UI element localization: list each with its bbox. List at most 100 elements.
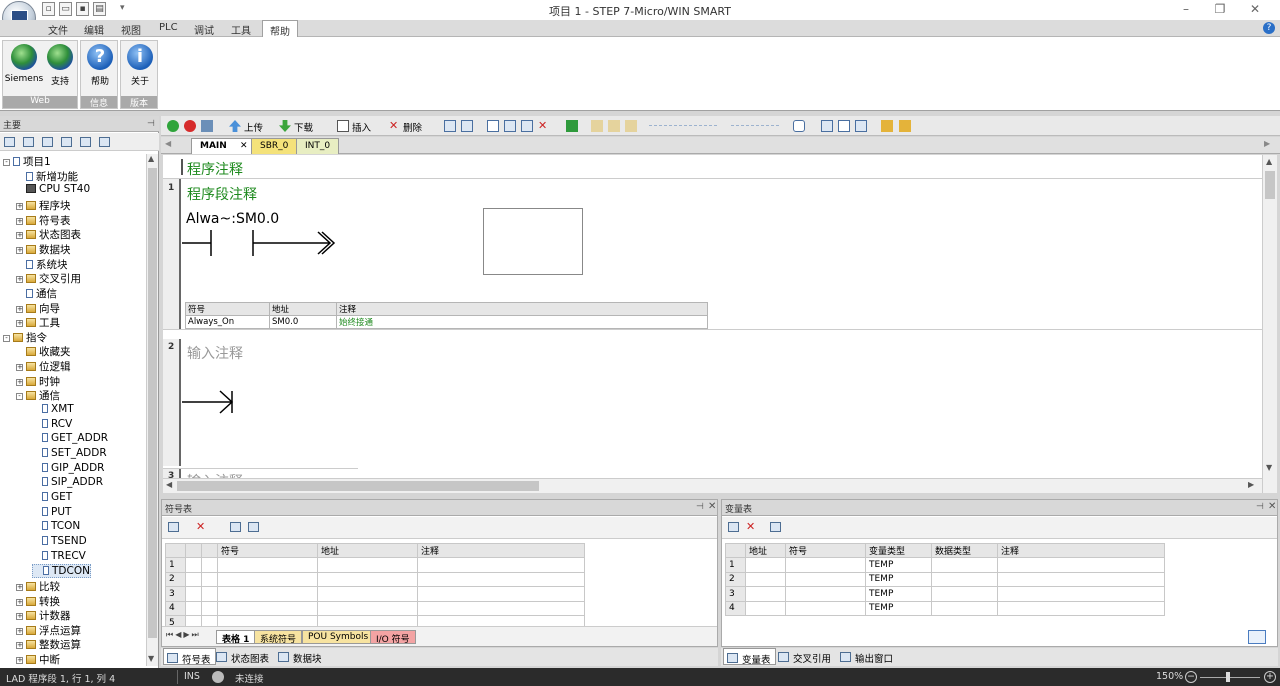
expand-icon[interactable]: + — [16, 232, 23, 240]
open-folder-icon[interactable]: ▭ — [59, 2, 72, 16]
tab-sbr0[interactable]: SBR_0 — [251, 138, 298, 154]
tree-item[interactable]: + 时钟 — [16, 374, 60, 388]
tree-tool-icon[interactable] — [23, 137, 34, 147]
minimize-icon[interactable]: – — [1176, 2, 1196, 18]
scroll-down-icon[interactable]: ▼ — [1266, 463, 1272, 472]
expand-icon[interactable]: + — [16, 598, 23, 606]
tab-scroll-left-icon[interactable]: ◀ — [165, 139, 171, 148]
tool-icon[interactable] — [461, 120, 473, 132]
scroll-up-icon[interactable]: ▲ — [1266, 157, 1272, 166]
expand-icon[interactable]: + — [16, 320, 23, 328]
menu-tools[interactable]: 工具 — [231, 22, 251, 37]
tree-scrollbar[interactable]: ▲ ▼ — [146, 154, 158, 666]
insert-row-icon[interactable] — [728, 522, 739, 532]
menu-edit[interactable]: 编辑 — [84, 22, 104, 37]
ladder-editor[interactable]: 程序注释 1 程序段注释 Alwa~:SM0.0 符号 地址 注释 Always… — [163, 155, 1267, 493]
quick-access-dropdown-icon[interactable]: ▾ — [120, 3, 125, 13]
tree-item[interactable]: CPU ST40 — [16, 183, 90, 197]
tree-item[interactable]: - 通信 — [16, 388, 60, 402]
tree-item[interactable]: TRECV — [32, 550, 86, 564]
tree-item[interactable]: + 数据块 — [16, 242, 71, 256]
scroll-left-icon[interactable]: ◀ — [166, 480, 172, 489]
table-row[interactable]: 2 — [165, 571, 585, 587]
tree-item[interactable]: + 交叉引用 — [16, 271, 81, 285]
tree-item[interactable]: + 符号表 — [16, 213, 71, 227]
close-pane-icon[interactable]: ✕ — [708, 501, 716, 512]
table-row[interactable]: 4 — [165, 600, 585, 616]
tool-icon[interactable] — [821, 120, 833, 132]
tree-item[interactable]: + 位逻辑 — [16, 359, 71, 373]
tab-scroll-right-icon[interactable]: ▶ — [1264, 139, 1270, 148]
tree-item[interactable]: - 项目1 — [3, 154, 51, 168]
tool-icon[interactable] — [504, 120, 516, 132]
tree-item[interactable]: GET — [32, 491, 72, 505]
expand-icon[interactable]: + — [16, 246, 23, 254]
table-row[interactable]: 3 TEMP — [725, 586, 1165, 602]
pin-icon[interactable]: ⊣ — [147, 119, 155, 129]
scroll-up-icon[interactable]: ▲ — [148, 154, 154, 163]
sheet-nav-icon[interactable]: ⏮◀▶⏭ — [166, 630, 201, 640]
tree-item[interactable]: + 中断 — [16, 652, 60, 666]
tool-icon[interactable] — [855, 120, 867, 132]
support-button[interactable]: 支持 — [40, 44, 80, 87]
tree-item[interactable]: + 工具 — [16, 315, 60, 329]
empty-box[interactable] — [483, 208, 583, 275]
tree-item[interactable]: 系统块 — [16, 257, 68, 271]
expand-icon[interactable]: + — [16, 378, 23, 386]
expand-icon[interactable]: + — [16, 583, 23, 591]
zoom-slider[interactable] — [1200, 677, 1260, 678]
collapse-icon[interactable]: - — [3, 334, 10, 342]
scroll-thumb[interactable] — [148, 168, 157, 638]
tree-item[interactable]: GET_ADDR — [32, 432, 108, 446]
table-row[interactable]: 1 TEMP — [725, 557, 1165, 573]
expand-icon[interactable]: + — [16, 657, 23, 665]
contact-symbol-label[interactable]: Alwa~:SM0.0 — [186, 211, 279, 227]
tree-tool-icon[interactable] — [80, 137, 91, 147]
tab-data-block[interactable]: 数据块 — [275, 648, 326, 665]
tree-item[interactable]: + 程序块 — [16, 198, 71, 212]
editor-vscroll[interactable]: ▲ ▼ — [1262, 155, 1277, 493]
scroll-right-icon[interactable]: ▶ — [1248, 480, 1254, 489]
tree-tool-icon[interactable] — [42, 137, 53, 147]
tree-item[interactable]: + 浮点运算 — [16, 623, 81, 637]
about-button[interactable]: i 关于 — [120, 44, 160, 87]
collapse-icon[interactable]: - — [16, 393, 23, 401]
tree-item[interactable]: 收藏夹 — [16, 344, 71, 358]
help-icon[interactable]: ? — [1263, 22, 1275, 34]
table-icon[interactable] — [230, 522, 241, 532]
program-comment[interactable]: 程序注释 — [187, 159, 243, 179]
tab-symbol-table[interactable]: 符号表 — [163, 648, 216, 666]
expand-icon[interactable]: + — [16, 217, 23, 225]
tool-icon[interactable] — [899, 120, 911, 132]
tab-main[interactable]: MAIN ✕ — [191, 138, 257, 154]
close-pane-icon[interactable]: ✕ — [1268, 501, 1276, 512]
sheet-tab-system[interactable]: 系统符号 — [254, 630, 303, 645]
menu-plc[interactable]: PLC — [159, 22, 178, 33]
tool-icon[interactable] — [793, 120, 805, 132]
scroll-thumb[interactable] — [177, 481, 539, 491]
upload-button[interactable]: 上传 — [244, 120, 263, 134]
editor-hscroll[interactable]: ◀ ▶ — [163, 478, 1262, 493]
tree-item[interactable]: 通信 — [16, 286, 57, 300]
tree-item[interactable]: + 转换 — [16, 594, 60, 608]
tool-icon[interactable] — [881, 120, 893, 132]
tree-item[interactable]: GIP_ADDR — [32, 462, 104, 476]
tab-close-icon[interactable]: ✕ — [240, 141, 248, 151]
tab-int0[interactable]: INT_0 — [296, 138, 340, 154]
expand-icon[interactable]: + — [16, 642, 23, 650]
tree-item[interactable]: - 指令 — [3, 330, 47, 344]
expand-icon[interactable]: + — [16, 276, 23, 284]
menu-help[interactable]: 帮助 — [262, 20, 298, 38]
expand-icon[interactable]: + — [16, 613, 23, 621]
tree-item[interactable]: TSEND — [32, 535, 87, 549]
tree-item[interactable]: + 整数运算 — [16, 637, 81, 651]
tree-item[interactable]: + 比较 — [16, 579, 60, 593]
sheet-tab-io[interactable]: I/O 符号 — [370, 630, 416, 645]
network-2-comment[interactable]: 输入注释 — [187, 343, 243, 363]
network-1-comment[interactable]: 程序段注释 — [187, 184, 257, 204]
scroll-thumb[interactable] — [1265, 171, 1275, 199]
menu-debug[interactable]: 调试 — [194, 22, 214, 37]
download-button[interactable]: 下载 — [294, 120, 313, 134]
go-icon[interactable] — [566, 120, 578, 132]
close-icon[interactable]: ✕ — [1245, 2, 1265, 18]
